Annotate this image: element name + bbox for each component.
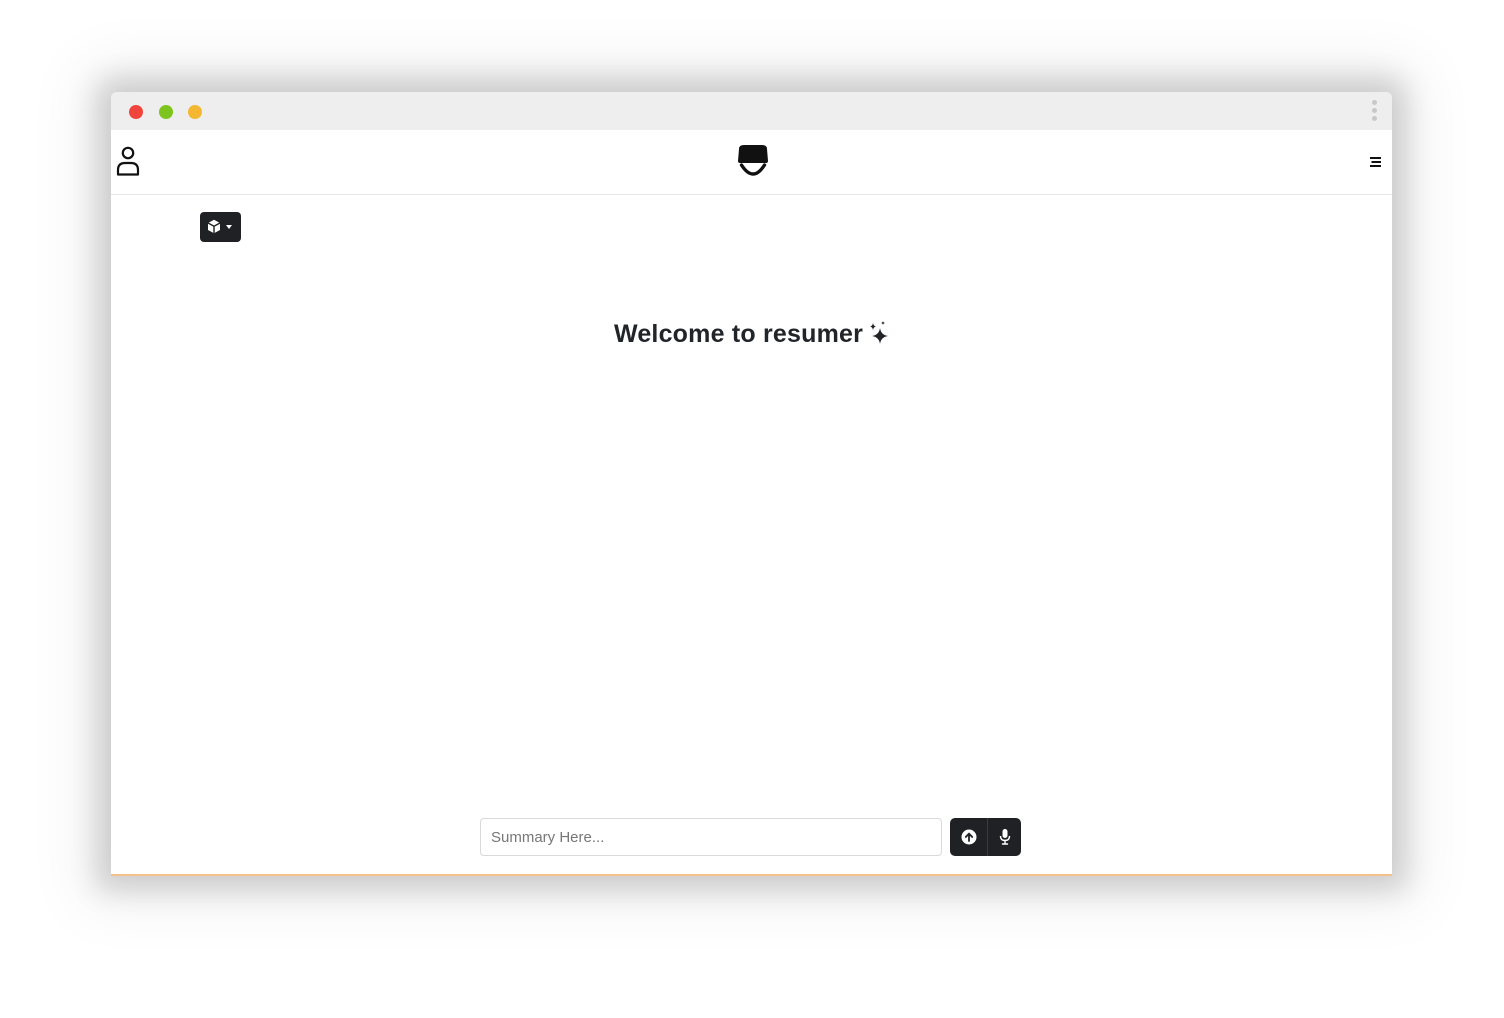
voice-input-button[interactable] bbox=[987, 818, 1021, 856]
welcome-text: Welcome to resumer bbox=[613, 320, 864, 348]
user-icon[interactable] bbox=[116, 145, 142, 177]
close-window-button[interactable] bbox=[129, 105, 143, 119]
top-navbar bbox=[111, 130, 1392, 195]
caret-down-icon bbox=[226, 225, 232, 229]
model-select-dropdown[interactable] bbox=[200, 212, 241, 242]
upload-arrow-circle-icon bbox=[961, 829, 977, 845]
hamburger-menu-icon[interactable] bbox=[1368, 154, 1384, 170]
maximize-window-button[interactable] bbox=[188, 105, 202, 119]
title-bar bbox=[111, 92, 1392, 130]
kebab-vertical-icon[interactable] bbox=[1372, 100, 1378, 124]
summary-input[interactable] bbox=[480, 818, 942, 856]
cube-icon bbox=[207, 219, 221, 234]
upload-button[interactable] bbox=[950, 818, 988, 856]
app-window: Welcome to resumer bbox=[111, 92, 1392, 876]
bottom-accent-border bbox=[111, 874, 1392, 876]
minimize-window-button[interactable] bbox=[159, 105, 173, 119]
mustache-logo[interactable] bbox=[735, 144, 771, 182]
sparkles-icon bbox=[870, 321, 889, 344]
welcome-heading: Welcome to resumer bbox=[111, 320, 1392, 349]
microphone-icon bbox=[999, 829, 1010, 845]
